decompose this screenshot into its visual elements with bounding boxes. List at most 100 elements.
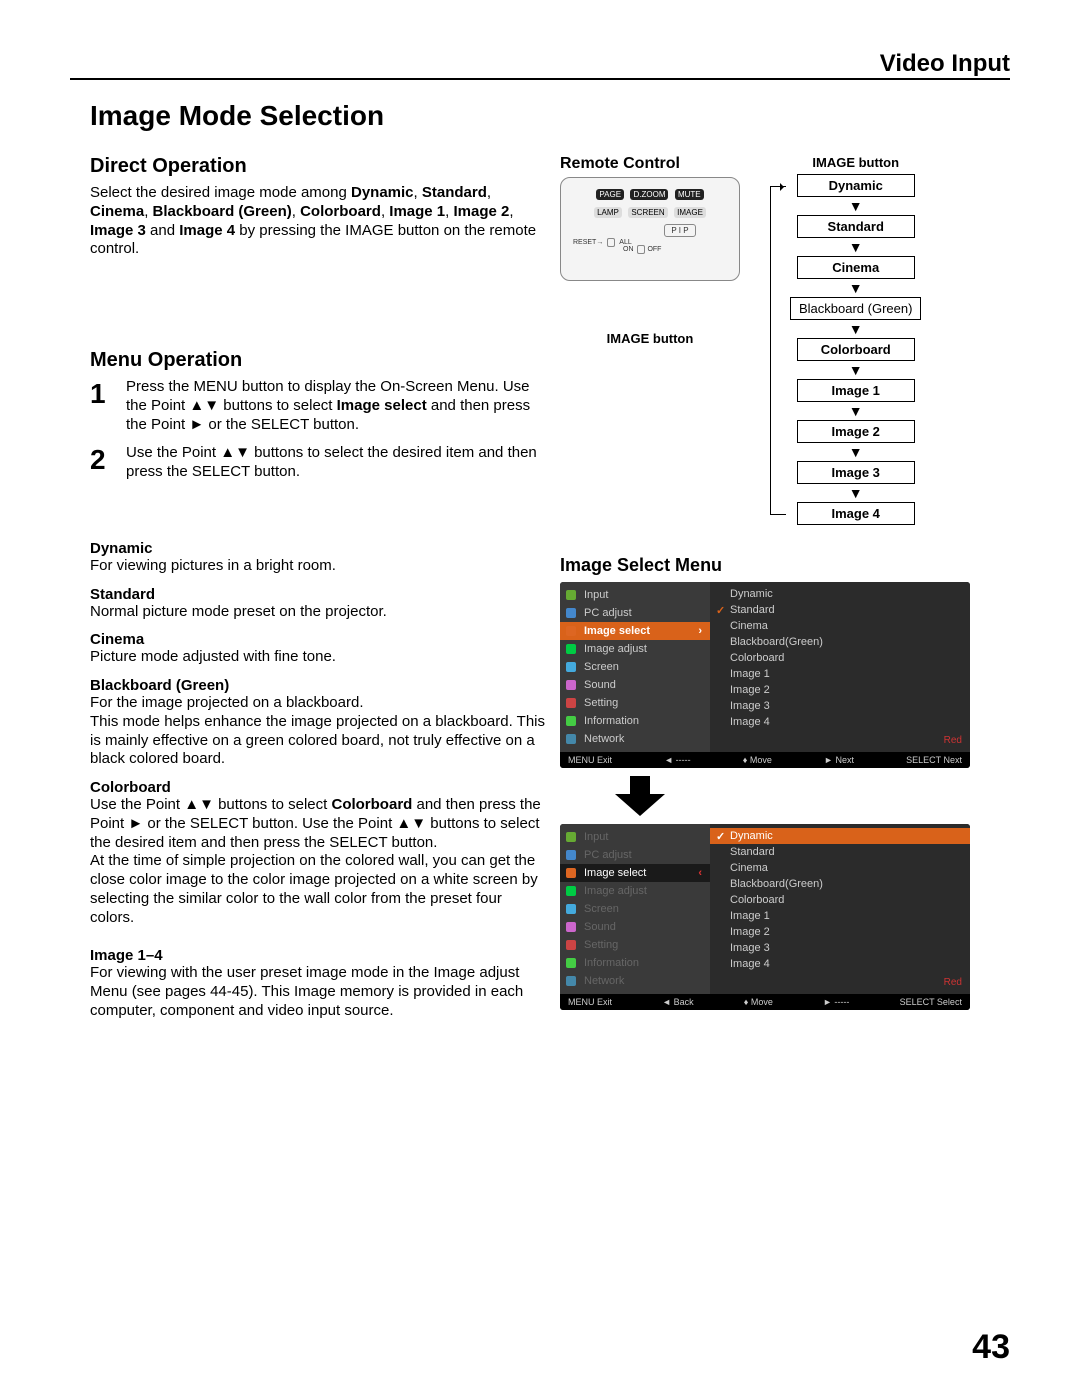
menu-icon [566,734,576,744]
osd-left-item: Image adjust [560,640,710,658]
osd-screenshot-1: Input PC adjust Image select › Image adjust S… [560,582,970,768]
right-column: Remote Control PAGE D.ZOOM MUTE LAMP SCR… [560,155,1000,1018]
osd-left-item: Input [560,586,710,604]
down-arrow-icon: ▼ [849,363,863,377]
osd-left-item: Image select › [560,622,710,640]
step-2: 2 Use the Point ▲▼ buttons to select the… [90,444,545,482]
mode-desc: For the image projected on a blackboard.… [90,694,545,769]
osd-left-label: PC adjust [584,607,632,619]
mode-colorboard: Colorboard Use the Point ▲▼ buttons to s… [90,779,545,927]
step-1: 1 Press the MENU button to display the O… [90,378,545,434]
remote-heading: Remote Control [560,155,740,173]
osd-left-item: Information [560,712,710,730]
osd-right-item: Blackboard(Green) [710,634,970,650]
osd-left-label: Image adjust [584,643,647,655]
osd-right-item: Image 3 [710,940,970,956]
down-arrow-icon: ▼ [849,199,863,213]
mode-standard: Standard Normal picture mode preset on t… [90,586,545,622]
osd-left-label: Image select [584,625,650,637]
mode-title: Blackboard (Green) [90,677,545,694]
foot-exit: MENU Exit [568,997,612,1007]
osd-left-label: PC adjust [584,849,632,861]
flow-box: Image 4 [797,502,915,525]
remote-btn: SCREEN [628,207,667,218]
remote-btn: LAMP [594,207,622,218]
foot-back: ◄ Back [662,997,693,1007]
flow-box: Image 1 [797,379,915,402]
osd-right-item: Image 1 [710,666,970,682]
mode-title: Colorboard [90,779,545,796]
osd-right-item: Dynamic [710,828,970,844]
remote-btn: PAGE [596,189,624,200]
mode-cinema: Cinema Picture mode adjusted with fine t… [90,631,545,667]
osd-left-item: Network [560,730,710,748]
flow-title: IMAGE button [790,155,921,170]
mode-title: Standard [90,586,545,603]
direct-op-para: Select the desired image mode among Dyna… [90,184,545,259]
menu-icon [566,868,576,878]
chevron-icon: ‹ [698,867,702,879]
menu-icon [566,850,576,860]
osd-left-item: PC adjust [560,604,710,622]
step-body: Press the MENU button to display the On-… [126,378,545,434]
direct-op-heading: Direct Operation [90,155,545,178]
osd-right-item: Image 1 [710,908,970,924]
foot-next: ► Next [824,755,854,765]
foot-move: ♦ Move [744,997,773,1007]
page-number: 43 [972,1328,1010,1367]
remote-caption: IMAGE button [560,331,740,346]
menu-icon [566,904,576,914]
down-arrow-icon: ▼ [849,445,863,459]
osd-right-item: Standard [710,844,970,860]
flow-box: Image 2 [797,420,915,443]
osd-left-label: Sound [584,921,616,933]
osd-left-label: Information [584,715,639,727]
osd-left-label: Network [584,733,624,745]
osd-left-label: Setting [584,939,618,951]
osd-left-item: Image select ‹ [560,864,710,882]
osd-left-item: Input [560,828,710,846]
mode-title: Cinema [90,631,545,648]
osd-right-item: Standard [710,602,970,618]
mode-desc: Picture mode adjusted with fine tone. [90,648,545,667]
osd-left-item: Image adjust [560,882,710,900]
remote-illustration: PAGE D.ZOOM MUTE LAMP SCREEN IMAGE P I P… [560,177,740,281]
chevron-icon: › [698,625,702,637]
menu-icon [566,976,576,986]
osd-left-label: Screen [584,903,619,915]
osd-right-item: Colorboard [710,892,970,908]
osd-left-label: Input [584,589,608,601]
osd-color-tag: Red [944,735,962,746]
osd-left-item: Network [560,972,710,990]
osd-right-item: Image 2 [710,924,970,940]
flow-box: Blackboard (Green) [790,297,921,320]
remote-off: OFF [647,246,661,253]
mode-title: Image 1–4 [90,947,545,964]
step-body: Use the Point ▲▼ buttons to select the d… [126,444,545,482]
manual-page: Video Input Image Mode Selection Direct … [0,0,1080,1397]
menu-op-heading: Menu Operation [90,349,545,372]
flow-box: Dynamic [797,174,915,197]
osd-footer: MENU Exit ◄ Back ♦ Move ► ----- SELECT S… [560,994,970,1010]
osd-left-item: Information [560,954,710,972]
menu-icon [566,832,576,842]
step-number: 1 [90,378,126,434]
down-arrow-icon: ▼ [849,404,863,418]
mode-desc: Normal picture mode preset on the projec… [90,603,545,622]
flow-box: Cinema [797,256,915,279]
menu-icon [566,698,576,708]
osd-left-label: Image adjust [584,885,647,897]
osd-left-label: Setting [584,697,618,709]
remote-pip: P I P [664,224,695,237]
page-title: Image Mode Selection [90,100,384,132]
menu-icon [566,940,576,950]
osd-left-label: Screen [584,661,619,673]
image-button-flowchart: IMAGE button Dynamic▼Standard▼Cinema▼Bla… [790,155,921,525]
osd-left-item: Setting [560,694,710,712]
down-arrow-icon: ▼ [849,322,863,336]
down-arrow-icon [610,776,670,816]
osd-left-label: Image select [584,867,646,879]
remote-btn: MUTE [675,189,704,200]
mode-desc: For viewing with the user preset image m… [90,964,545,1020]
menu-icon [566,644,576,654]
